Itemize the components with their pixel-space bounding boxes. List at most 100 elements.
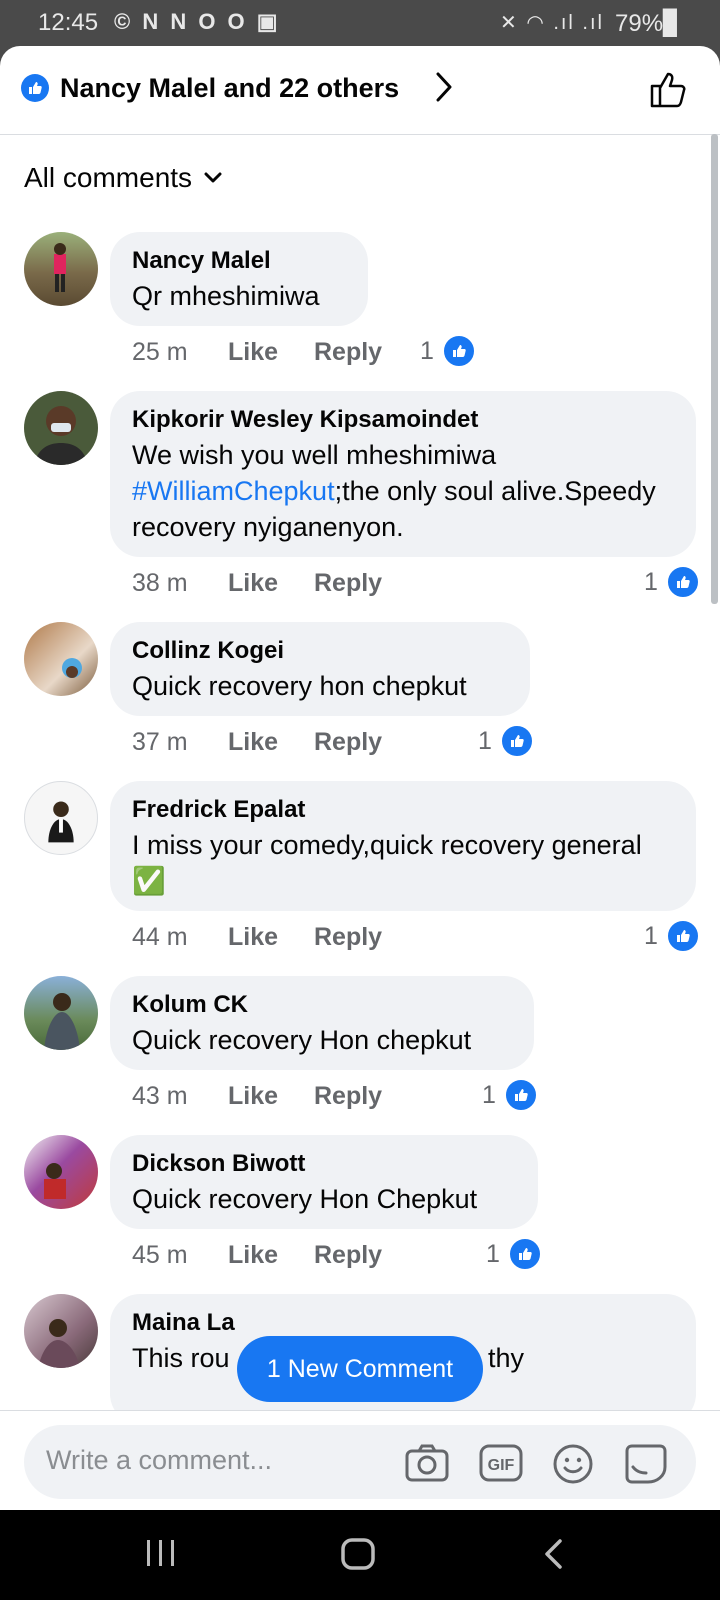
avatar[interactable] [24, 976, 98, 1050]
comment-text: Quick recovery Hon Chepkut [132, 1184, 478, 1214]
comment-author[interactable]: Fredrick Epalat [132, 795, 674, 825]
reply-button[interactable]: Reply [314, 923, 382, 952]
system-nav-bar [0, 1510, 720, 1600]
like-reaction-icon [665, 565, 700, 599]
comment-bubble: Collinz Kogei Quick recovery hon chepkut [110, 622, 530, 716]
like-reaction-icon [21, 74, 49, 102]
avatar[interactable] [24, 1135, 98, 1209]
home-icon[interactable] [340, 1538, 376, 1575]
avatar[interactable] [24, 232, 98, 306]
gif-icon[interactable]: GIF [478, 1443, 524, 1488]
reply-button[interactable]: Reply [314, 1082, 382, 1111]
hashtag-link[interactable]: #WilliamChepkut [132, 476, 335, 506]
comment-timestamp: 43 m [132, 1082, 188, 1110]
reaction-count[interactable]: 1 [644, 565, 700, 599]
comment-text: I miss your comedy,quick recovery genera… [132, 830, 642, 896]
avatar[interactable] [24, 781, 98, 855]
comment-bubble: Kolum CK Quick recovery Hon chepkut [110, 976, 534, 1070]
comment-bubble: Fredrick Epalat I miss your comedy,quick… [110, 781, 696, 911]
comment-filter-label: All comments [24, 162, 193, 193]
reply-button[interactable]: Reply [314, 338, 382, 367]
reactions-summary[interactable]: Nancy Malel and 22 others [60, 73, 399, 104]
like-reaction-icon [499, 724, 534, 758]
comment-bubble: Nancy Malel Qr mheshimiwa [110, 232, 368, 326]
avatar[interactable] [24, 622, 98, 696]
reactions-header[interactable]: Nancy Malel and 22 others [0, 46, 720, 135]
comment-bubble: Dickson Biwott Quick recovery Hon Chepku… [110, 1135, 538, 1229]
reply-button[interactable]: Reply [314, 1241, 382, 1270]
reaction-count[interactable]: 1 [486, 1237, 542, 1271]
comment-actions: 38 m Like Reply [132, 569, 382, 598]
comment-actions: 45 m Like Reply [132, 1241, 382, 1270]
reply-button[interactable]: Reply [314, 569, 382, 598]
comment-timestamp: 25 m [132, 338, 188, 366]
chevron-down-icon [204, 172, 222, 183]
reply-button[interactable]: Reply [314, 728, 382, 757]
comment-text: Quick recovery Hon chepkut [132, 1025, 472, 1055]
camera-icon[interactable] [404, 1443, 450, 1488]
reaction-count-number: 1 [644, 921, 658, 950]
svg-text:GIF: GIF [488, 1457, 515, 1474]
signal-icons: ✕ ◠ .ıl .ıl [500, 12, 604, 34]
avatar[interactable] [24, 1294, 98, 1368]
comment-text: Qr mheshimiwa [132, 281, 320, 311]
comment-text: We wish you well mheshimiwa #WilliamChep… [132, 437, 674, 545]
like-button[interactable]: Like [228, 1241, 314, 1270]
comment-actions: 44 m Like Reply [132, 923, 382, 952]
like-reaction-icon [507, 1237, 542, 1271]
like-button[interactable]: Like [228, 338, 314, 367]
like-reaction-icon [665, 919, 700, 953]
comment-bubble: Kipkorir Wesley Kipsamoindet We wish you… [110, 391, 696, 557]
comment-timestamp: 37 m [132, 728, 188, 756]
comment-text-part: This rou [132, 1343, 230, 1373]
back-icon[interactable] [542, 1538, 564, 1575]
reaction-count-number: 1 [644, 567, 658, 596]
comment-timestamp: 38 m [132, 569, 188, 597]
reaction-count-number: 1 [482, 1080, 496, 1109]
comment-actions: 43 m Like Reply [132, 1082, 382, 1111]
like-outline-icon[interactable] [648, 68, 690, 115]
like-reaction-icon [503, 1078, 538, 1112]
comment-timestamp: 44 m [132, 923, 188, 951]
new-comment-button[interactable]: 1 New Comment [237, 1336, 483, 1402]
comment-actions: 37 m Like Reply [132, 728, 382, 757]
reaction-count-number: 1 [478, 726, 492, 755]
comment-actions: 25 m Like Reply [132, 338, 382, 367]
reaction-count-number: 1 [486, 1239, 500, 1268]
like-button[interactable]: Like [228, 1082, 314, 1111]
reaction-count[interactable]: 1 [482, 1078, 538, 1112]
like-button[interactable]: Like [228, 923, 314, 952]
comment-text: Quick recovery hon chepkut [132, 671, 467, 701]
comment-author[interactable]: Maina La [132, 1308, 674, 1338]
recent-apps-icon[interactable] [144, 1538, 178, 1573]
like-button[interactable]: Like [228, 728, 314, 757]
comment-author[interactable]: Kipkorir Wesley Kipsamoindet [132, 405, 674, 435]
avatar[interactable] [24, 391, 98, 465]
battery-indicator: 79%▊ [615, 10, 682, 37]
status-time: 12:45 [38, 9, 99, 36]
comment-filter-dropdown[interactable]: All comments [24, 162, 222, 194]
reaction-count[interactable]: 1 [644, 919, 700, 953]
comment-author[interactable]: Dickson Biwott [132, 1149, 516, 1179]
comment-author[interactable]: Collinz Kogei [132, 636, 508, 666]
reaction-count[interactable]: 1 [478, 724, 534, 758]
comment-timestamp: 45 m [132, 1241, 188, 1269]
like-reaction-icon [441, 334, 476, 368]
emoji-icon[interactable] [552, 1443, 594, 1490]
comment-author[interactable]: Nancy Malel [132, 246, 346, 276]
reaction-count-number: 1 [420, 336, 434, 365]
comment-input-placeholder: Write a comment... [46, 1445, 273, 1475]
sticker-icon[interactable] [624, 1443, 668, 1490]
comment-text-part: thy [488, 1343, 525, 1373]
comment-text-part: We wish you well mheshimiwa [132, 440, 497, 470]
like-button[interactable]: Like [228, 569, 314, 598]
chevron-right-icon[interactable] [436, 72, 452, 107]
reaction-count[interactable]: 1 [420, 334, 476, 368]
comments-sheet: Nancy Malel and 22 others All comments N… [0, 46, 720, 1510]
comment-composer: Write a comment... GIF [0, 1410, 720, 1510]
comment-input[interactable]: Write a comment... GIF [24, 1425, 696, 1499]
comment-author[interactable]: Kolum CK [132, 990, 512, 1020]
notification-icons: © N N O O ▣ [114, 9, 281, 34]
scrollbar[interactable] [711, 134, 718, 604]
status-bar: 12:45 © N N O O ▣ ✕ ◠ .ıl .ıl 79%▊ [0, 0, 720, 46]
